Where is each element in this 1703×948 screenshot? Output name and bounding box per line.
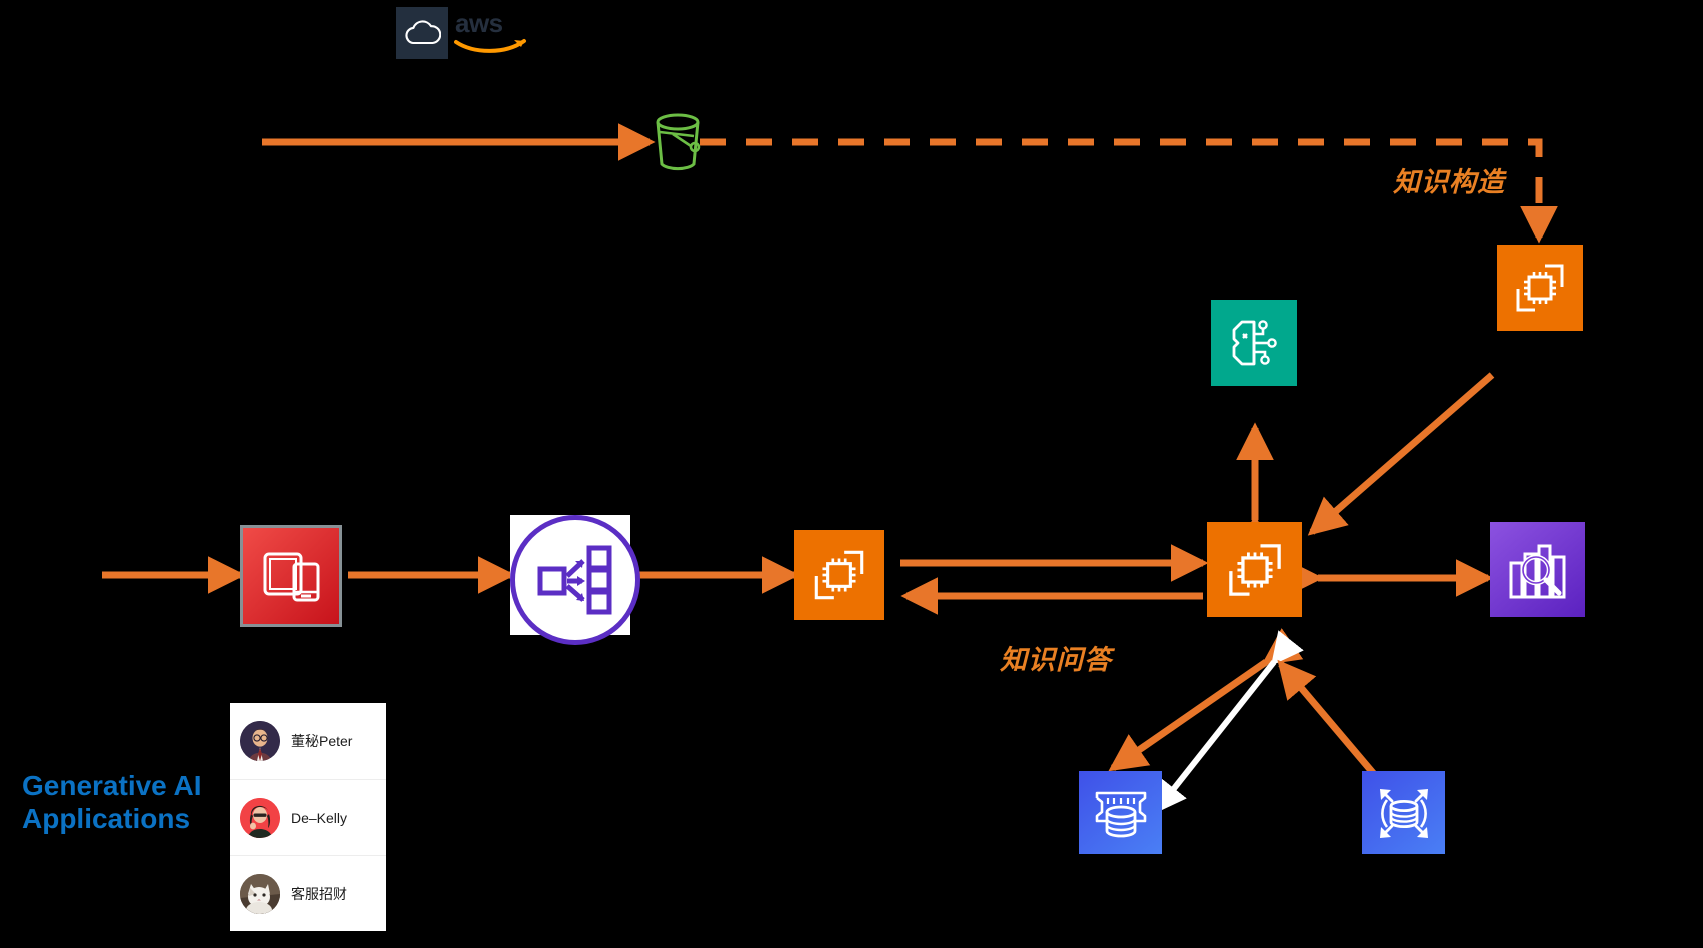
lambda-frontend-node[interactable]: [794, 530, 884, 620]
avatar: [240, 797, 280, 838]
lambda-icon: [814, 550, 864, 600]
database-rds-node[interactable]: [1079, 771, 1162, 854]
devices-icon: [263, 552, 320, 602]
s3-bucket-node[interactable]: [650, 110, 706, 174]
lambda-icon: [1228, 543, 1281, 596]
database-rack-icon: [1095, 791, 1146, 837]
cloud-icon: [405, 20, 441, 45]
svg-text:aws: aws: [455, 9, 503, 38]
list-item-label: 客服招财: [291, 885, 347, 902]
list-item-label: 董秘Peter: [291, 733, 353, 749]
aws-text-icon: aws: [454, 8, 526, 53]
label-knowledge-qa: 知识问答: [1000, 645, 1112, 675]
aws-wordmark: aws: [454, 8, 530, 57]
avatar-cat-icon: [240, 873, 280, 914]
connector-database-rds-sync-white: [1154, 630, 1304, 814]
list-item-label: De–Kelly: [291, 809, 348, 826]
avatar: [240, 721, 280, 761]
database-scalable-node[interactable]: [1362, 771, 1445, 854]
generative-ai-applications-label: Generative AI Applications: [22, 770, 252, 836]
bucket-icon: [656, 113, 701, 171]
gen-ai-line-1: Generative AI: [22, 770, 202, 801]
aws-cloud-icon-box: [396, 7, 448, 59]
bedrock-model-node[interactable]: [1211, 300, 1297, 386]
label-knowledge-build: 知识构造: [1393, 167, 1505, 197]
client-devices-node[interactable]: [240, 525, 342, 627]
connector-lambda-ingest-to-core: [1307, 372, 1495, 536]
list-item[interactable]: 董秘Peter: [230, 703, 386, 779]
aws-logo: aws: [396, 4, 536, 62]
list-item[interactable]: De–Kelly: [230, 779, 386, 855]
avatar: [240, 873, 280, 914]
router-icon: [537, 545, 612, 615]
avatar-kelly-icon: [240, 797, 280, 838]
lambda-ingest-node[interactable]: [1497, 245, 1583, 331]
api-gateway-router-node[interactable]: [510, 515, 640, 645]
search-bars-icon: [1509, 544, 1565, 598]
connector-core-to-database-rds: [1108, 628, 1304, 772]
gen-ai-line-2: Applications: [22, 802, 191, 834]
brain-ml-icon: [1232, 320, 1277, 366]
lambda-icon: [1516, 264, 1564, 312]
opensearch-node[interactable]: [1490, 522, 1585, 617]
avatar-peter-icon: [240, 721, 280, 761]
connector-database-scale-to-core: [1277, 659, 1377, 777]
generative-ai-applications-panel: 董秘Peter De–Kelly 客服招财: [230, 703, 386, 931]
list-item[interactable]: 客服招财: [230, 855, 386, 931]
lambda-core-node[interactable]: [1207, 522, 1302, 617]
router-circle: [510, 515, 640, 645]
database-scale-icon: [1379, 788, 1428, 838]
